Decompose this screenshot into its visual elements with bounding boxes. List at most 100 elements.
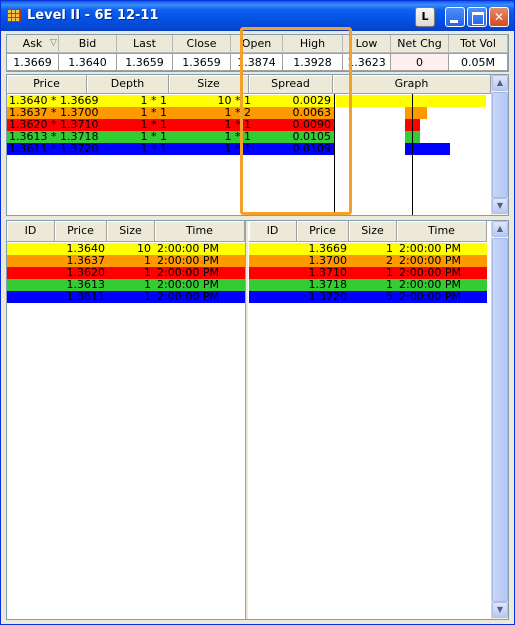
bid-id bbox=[9, 279, 53, 291]
order-books[interactable]: ID Price Size Time 1.3640 10 2:00:00 PM 1.3637… bbox=[6, 220, 509, 620]
ask-time: 2:00:00 PM bbox=[399, 291, 462, 303]
quote-summary: Ask Bid Last Close Open High Low Net Chg Tot Vol… bbox=[6, 34, 509, 72]
bid-size: 1 bbox=[144, 267, 151, 279]
quote-value-bid: 1.3640 bbox=[59, 53, 117, 71]
depth-spread: 0.0090 bbox=[292, 119, 332, 131]
bid-book-row[interactable]: 1.3620 1 2:00:00 PM bbox=[7, 267, 245, 279]
bid-header-time[interactable]: Time bbox=[155, 221, 245, 242]
quote-value-open: 1.3874 bbox=[231, 53, 283, 71]
depth-depth: 1 * 1 bbox=[140, 95, 168, 107]
quote-header-last[interactable]: Last bbox=[117, 35, 173, 53]
quote-value-high: 1.3928 bbox=[283, 53, 343, 71]
depth-depth: 1 * 1 bbox=[140, 143, 168, 155]
l-button[interactable]: L bbox=[415, 7, 435, 27]
bid-price: 1.3620 bbox=[66, 267, 106, 279]
scroll-thumb[interactable] bbox=[492, 238, 508, 602]
maximize-button[interactable] bbox=[467, 7, 487, 27]
ask-book-row[interactable]: 1.3700 2 2:00:00 PM bbox=[249, 255, 487, 267]
depth-spread: 0.0109 bbox=[292, 143, 332, 155]
ask-time: 2:00:00 PM bbox=[399, 243, 462, 255]
arrow-up-icon[interactable]: ▲ bbox=[492, 75, 508, 91]
close-icon: ✕ bbox=[493, 10, 505, 24]
ask-id bbox=[251, 255, 295, 267]
ask-size: 1 bbox=[386, 279, 393, 291]
depth-row[interactable]: 1.3640 * 1.3669 1 * 1 10 * 1 0.0029 bbox=[7, 95, 490, 107]
depth-header-price[interactable]: Price bbox=[7, 75, 87, 94]
ask-header-size[interactable]: Size bbox=[349, 221, 397, 242]
bid-time: 2:00:00 PM bbox=[157, 255, 220, 267]
arrow-up-icon[interactable]: ▲ bbox=[492, 221, 508, 237]
bid-header-size[interactable]: Size bbox=[107, 221, 155, 242]
quote-header-close[interactable]: Close bbox=[173, 35, 231, 53]
quote-header-row: Ask Bid Last Close Open High Low Net Chg Tot Vol… bbox=[7, 35, 508, 53]
bid-book-row[interactable]: 1.3611 1 2:00:00 PM bbox=[7, 291, 245, 303]
depth-scrollbar[interactable]: ▲ ▼ bbox=[491, 75, 508, 215]
arrow-down-icon[interactable]: ▼ bbox=[492, 602, 508, 618]
arrow-down-icon[interactable]: ▼ bbox=[492, 198, 508, 214]
quote-value-net-chg: 0 bbox=[391, 53, 449, 71]
quote-header-tot-vol[interactable]: Tot Vol bbox=[449, 35, 508, 53]
bid-book-row[interactable]: 1.3613 1 2:00:00 PM bbox=[7, 279, 245, 291]
depth-price: 1.3611 * 1.3720 bbox=[9, 143, 99, 155]
bid-book-row[interactable]: 1.3640 10 2:00:00 PM bbox=[7, 243, 245, 255]
quote-value-row: 1.3669 1.3640 1.3659 1.3659 1.3874 1.3928 1.36… bbox=[7, 53, 508, 71]
bid-id bbox=[9, 291, 53, 303]
quote-value-last: 1.3659 bbox=[117, 53, 173, 71]
ask-id bbox=[251, 267, 295, 279]
quote-header-low[interactable]: Low bbox=[343, 35, 391, 53]
depth-header-size[interactable]: Size bbox=[169, 75, 249, 94]
bid-id bbox=[9, 267, 53, 279]
depth-row[interactable]: 1.3613 * 1.3718 1 * 1 1 * 1 0.0105 bbox=[7, 131, 490, 143]
ask-price: 1.3710 bbox=[308, 267, 348, 279]
scroll-thumb[interactable] bbox=[492, 92, 508, 198]
bid-header-price[interactable]: Price bbox=[55, 221, 107, 242]
book-scrollbar[interactable]: ▲ ▼ bbox=[491, 221, 508, 619]
ask-size: 1 bbox=[386, 243, 393, 255]
depth-depth: 1 * 1 bbox=[140, 119, 168, 131]
level2-window: Level II - 6E 12-11 L ✕ Ask Bid Last Close O… bbox=[0, 0, 515, 625]
ask-header-id[interactable]: ID bbox=[249, 221, 297, 242]
ask-header-time[interactable]: Time bbox=[397, 221, 487, 242]
bid-header-id[interactable]: ID bbox=[7, 221, 55, 242]
bid-book-row[interactable]: 1.3637 1 2:00:00 PM bbox=[7, 255, 245, 267]
graph-divider bbox=[334, 94, 335, 215]
bid-time: 2:00:00 PM bbox=[157, 243, 220, 255]
close-button[interactable]: ✕ bbox=[489, 7, 509, 27]
depth-price: 1.3640 * 1.3669 bbox=[9, 95, 99, 107]
ask-book-row[interactable]: 1.3718 1 2:00:00 PM bbox=[249, 279, 487, 291]
depth-header-spread[interactable]: Spread bbox=[249, 75, 333, 94]
ask-price: 1.3718 bbox=[308, 279, 348, 291]
ask-price: 1.3700 bbox=[308, 255, 348, 267]
depth-row[interactable]: 1.3611 * 1.3720 1 * 1 1 * 1 0.0109 bbox=[7, 143, 490, 155]
depth-price: 1.3637 * 1.3700 bbox=[9, 107, 99, 119]
ask-size: 1 bbox=[386, 267, 393, 279]
quote-header-bid[interactable]: Bid bbox=[59, 35, 117, 53]
depth-pane[interactable]: Price Depth Size Spread Graph 1.3640 * 1.366… bbox=[6, 74, 509, 216]
ask-book-row[interactable]: 1.3669 1 2:00:00 PM bbox=[249, 243, 487, 255]
ask-book-row[interactable]: 1.3710 1 2:00:00 PM bbox=[249, 267, 487, 279]
depth-spread: 0.0063 bbox=[292, 107, 332, 119]
ask-id bbox=[251, 243, 295, 255]
minimize-button[interactable] bbox=[445, 7, 465, 27]
bid-time: 2:00:00 PM bbox=[157, 291, 220, 303]
ask-header-price[interactable]: Price bbox=[297, 221, 349, 242]
ask-size: 5 bbox=[386, 291, 393, 303]
depth-size: 10 * 1 bbox=[217, 95, 252, 107]
depth-header-depth[interactable]: Depth bbox=[87, 75, 169, 94]
quote-header-open[interactable]: Open bbox=[231, 35, 283, 53]
depth-row[interactable]: 1.3637 * 1.3700 1 * 1 1 * 2 0.0063 bbox=[7, 107, 490, 119]
quote-header-net-chg[interactable]: Net Chg bbox=[391, 35, 449, 53]
window-title: Level II - 6E 12-11 bbox=[27, 8, 159, 23]
depth-row[interactable]: 1.3620 * 1.3710 1 * 1 1 * 1 0.0090 bbox=[7, 119, 490, 131]
quote-header-high[interactable]: High bbox=[283, 35, 343, 53]
ask-book-row[interactable]: 1.3720 5 2:00:00 PM bbox=[249, 291, 487, 303]
ask-time: 2:00:00 PM bbox=[399, 279, 462, 291]
bid-price: 1.3613 bbox=[66, 279, 106, 291]
quote-value-ask: 1.3669 bbox=[7, 53, 59, 71]
depth-spread: 0.0105 bbox=[292, 131, 332, 143]
grid-app-icon[interactable] bbox=[7, 9, 21, 22]
graph-baseline bbox=[412, 94, 413, 215]
depth-size: 1 * 1 bbox=[224, 143, 252, 155]
depth-header-graph[interactable]: Graph bbox=[333, 75, 491, 94]
title-bar[interactable]: Level II - 6E 12-11 L ✕ bbox=[1, 1, 514, 31]
